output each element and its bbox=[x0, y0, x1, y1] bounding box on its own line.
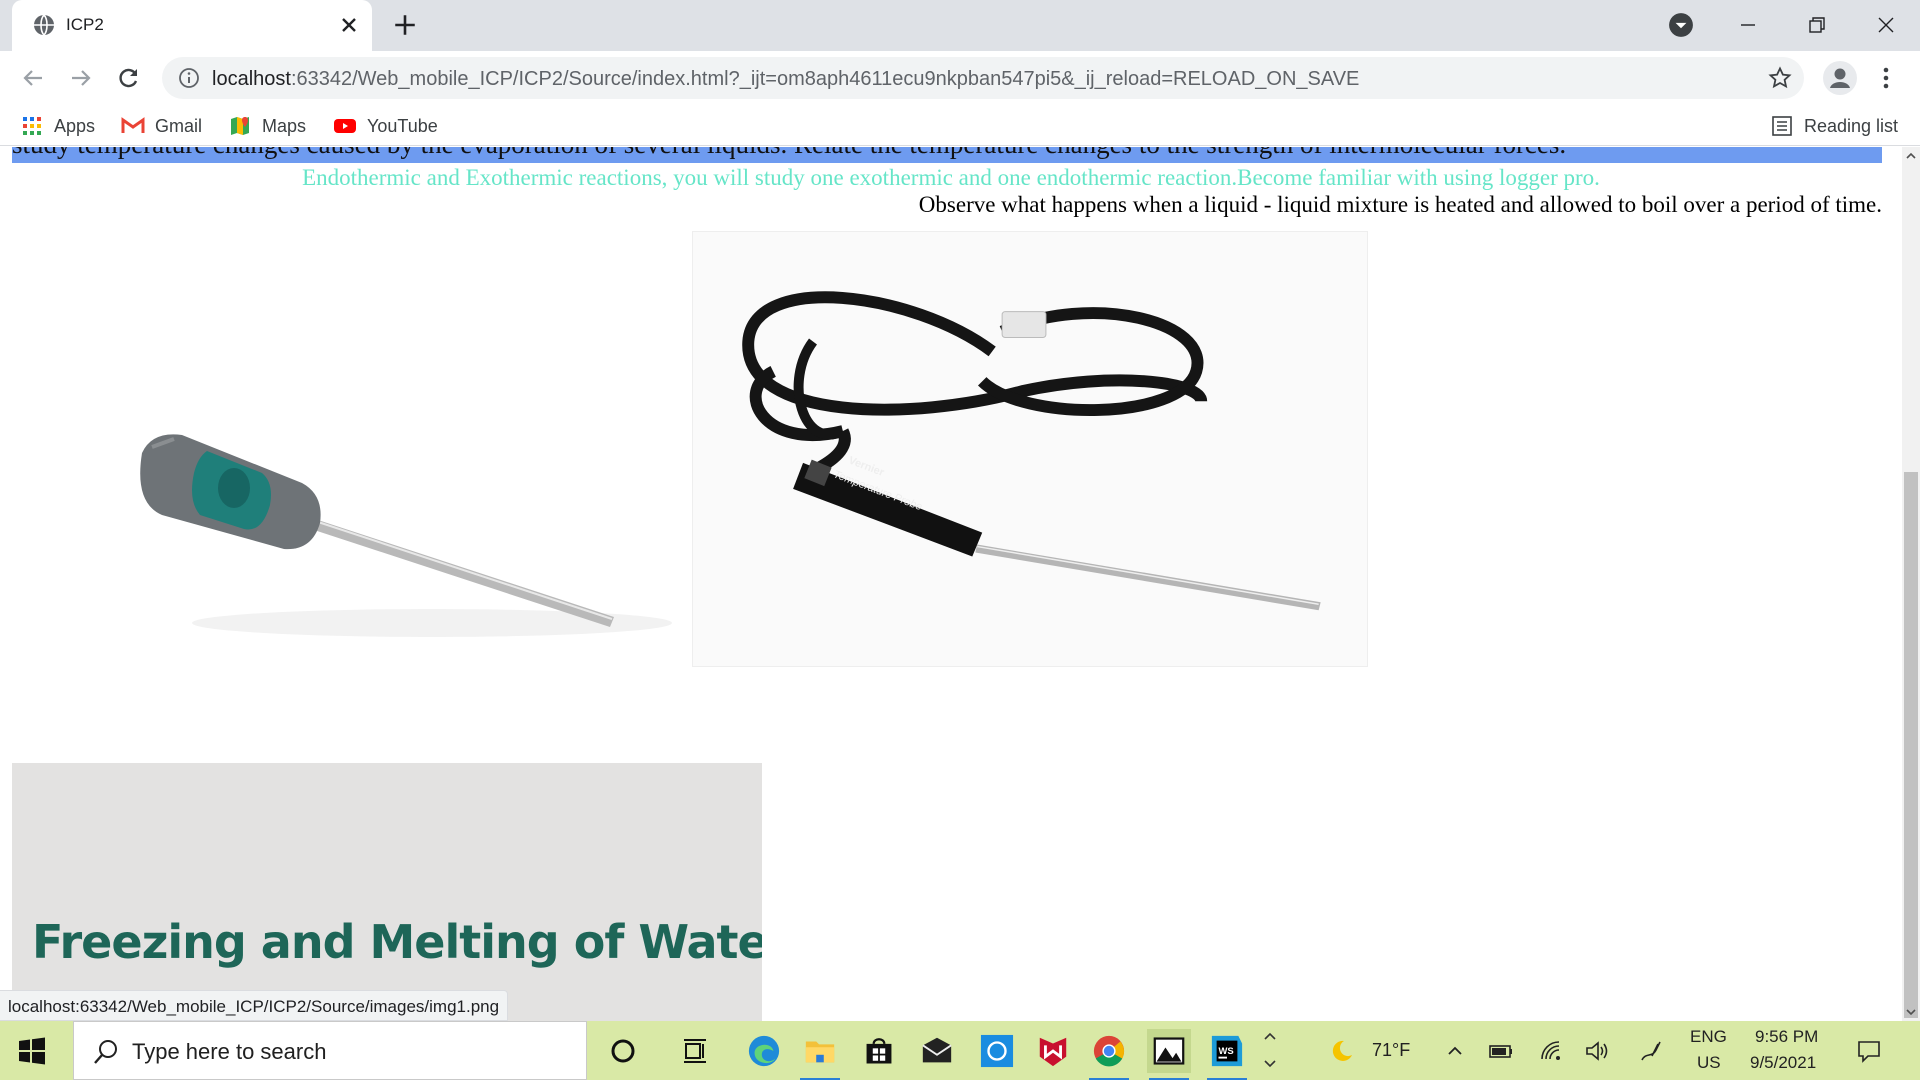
reload-icon[interactable] bbox=[114, 63, 144, 93]
search-placeholder: Type here to search bbox=[132, 1039, 327, 1064]
notification-center-icon[interactable] bbox=[1856, 1038, 1882, 1064]
freezing-melting-banner-image[interactable]: Freezing and Melting of Water 010 bbox=[12, 763, 762, 1021]
banner-title: Freezing and Melting of Water bbox=[32, 915, 762, 969]
bookmark-youtube-label: YouTube bbox=[367, 115, 438, 136]
scroll-down-arrow-icon[interactable] bbox=[1902, 1003, 1920, 1021]
volume-icon[interactable] bbox=[1584, 1038, 1610, 1064]
weather-temp[interactable]: 71°F bbox=[1372, 1040, 1410, 1061]
edge-browser-icon[interactable] bbox=[742, 1029, 786, 1073]
page-scrollbar[interactable] bbox=[1902, 147, 1920, 1021]
more-menu-icon[interactable] bbox=[1874, 64, 1898, 92]
back-arrow-icon[interactable] bbox=[18, 63, 48, 93]
microsoft-store-icon[interactable] bbox=[857, 1029, 901, 1073]
new-tab-icon[interactable] bbox=[392, 12, 418, 38]
language-top[interactable]: ENG bbox=[1690, 1027, 1727, 1047]
green-paragraph: Endothermic and Exothermic reactions, yo… bbox=[302, 165, 1600, 190]
selected-text-line[interactable]: study temperature changes caused by the … bbox=[12, 147, 1882, 163]
search-icon bbox=[94, 1040, 117, 1064]
bookmark-youtube[interactable]: YouTube bbox=[333, 113, 438, 139]
svg-text:WS: WS bbox=[1219, 1046, 1234, 1057]
person-icon bbox=[1830, 68, 1850, 88]
clock-date[interactable]: 9/5/2021 bbox=[1750, 1053, 1816, 1073]
chrome-icon[interactable] bbox=[1087, 1029, 1131, 1080]
temperature-probe-image-2[interactable]: Vernier Temperature Probe bbox=[692, 231, 1368, 667]
url-host: localhost bbox=[212, 68, 291, 90]
scroll-up-arrow-icon[interactable] bbox=[1902, 147, 1920, 165]
tab-search-icon[interactable] bbox=[1668, 12, 1694, 38]
bookmark-maps-label: Maps bbox=[262, 115, 307, 136]
close-tab-icon[interactable] bbox=[337, 13, 361, 37]
page-viewport: study temperature changes caused by the … bbox=[0, 147, 1902, 1021]
status-url-bubble: localhost:63342/Web_mobile_ICP/ICP2/Sour… bbox=[0, 990, 509, 1021]
language-bottom[interactable]: US bbox=[1697, 1053, 1721, 1073]
bookmark-maps[interactable]: Maps bbox=[228, 113, 306, 139]
bookmark-gmail-label: Gmail bbox=[155, 115, 203, 136]
bookmarks-bar: Apps Gmail Maps YouTube Reading list bbox=[0, 106, 1920, 146]
wifi-icon[interactable] bbox=[1538, 1038, 1564, 1064]
bookmark-star-icon[interactable] bbox=[1768, 66, 1792, 90]
globe-icon bbox=[34, 14, 54, 36]
temperature-probe-image-1[interactable] bbox=[12, 233, 692, 703]
webstorm-icon[interactable]: WS bbox=[1205, 1029, 1249, 1080]
youtube-icon bbox=[334, 119, 356, 133]
bookmark-gmail[interactable]: Gmail bbox=[121, 113, 202, 139]
scrollbar-thumb[interactable] bbox=[1904, 472, 1918, 1018]
maps-icon bbox=[231, 117, 249, 135]
file-explorer-icon[interactable] bbox=[798, 1029, 842, 1080]
address-bar[interactable]: localhost:63342/Web_mobile_ICP/ICP2/Sour… bbox=[162, 57, 1804, 99]
gmail-icon bbox=[121, 117, 145, 133]
tab-title: ICP2 bbox=[66, 15, 104, 34]
taskbar-scroll-arrows-icon[interactable] bbox=[1260, 1025, 1280, 1075]
pen-ink-icon[interactable] bbox=[1638, 1038, 1664, 1064]
mcafee-icon[interactable] bbox=[1031, 1029, 1075, 1073]
apps-grid-icon bbox=[23, 117, 41, 135]
reading-list-icon bbox=[1772, 116, 1792, 136]
black-paragraph: Observe what happens when a liquid - liq… bbox=[918, 192, 1882, 217]
photos-app-icon[interactable] bbox=[1147, 1029, 1191, 1080]
browser-tab[interactable]: ICP2 bbox=[12, 0, 372, 51]
selected-text[interactable]: study temperature changes caused by the … bbox=[12, 147, 1566, 160]
clock-time[interactable]: 9:56 PM bbox=[1755, 1027, 1818, 1047]
cortana-icon[interactable] bbox=[601, 1029, 645, 1073]
windows-start-icon[interactable] bbox=[18, 1037, 46, 1065]
forward-arrow-icon[interactable] bbox=[66, 63, 96, 93]
battery-icon[interactable] bbox=[1488, 1038, 1514, 1064]
close-window-icon[interactable] bbox=[1871, 10, 1901, 40]
bookmark-apps[interactable]: Apps bbox=[20, 113, 95, 139]
tab-strip: ICP2 bbox=[0, 0, 1920, 51]
mail-icon[interactable] bbox=[915, 1029, 959, 1073]
bookmark-apps-label: Apps bbox=[54, 115, 96, 136]
url-text[interactable]: localhost:63342/Web_mobile_ICP/ICP2/Sour… bbox=[212, 68, 1359, 91]
minimize-icon[interactable] bbox=[1733, 10, 1763, 40]
profile-avatar[interactable] bbox=[1823, 61, 1857, 95]
url-path: :63342/Web_mobile_ICP/ICP2/Source/index.… bbox=[290, 68, 1360, 90]
windows-taskbar: Type here to search WS 71°F ENG US 9:56 … bbox=[0, 1021, 1920, 1080]
blue-app-icon[interactable] bbox=[975, 1029, 1019, 1073]
info-icon[interactable] bbox=[178, 67, 200, 89]
taskbar-search-box[interactable]: Type here to search bbox=[73, 1021, 587, 1080]
task-view-icon[interactable] bbox=[673, 1029, 717, 1073]
reading-list-button[interactable]: Reading list bbox=[1770, 113, 1898, 139]
moon-weather-icon[interactable] bbox=[1328, 1038, 1354, 1064]
reading-list-label: Reading list bbox=[1804, 115, 1899, 136]
show-hidden-icons-chevron[interactable] bbox=[1442, 1038, 1468, 1064]
restore-icon[interactable] bbox=[1802, 10, 1832, 40]
browser-toolbar: localhost:63342/Web_mobile_ICP/ICP2/Sour… bbox=[0, 51, 1920, 106]
